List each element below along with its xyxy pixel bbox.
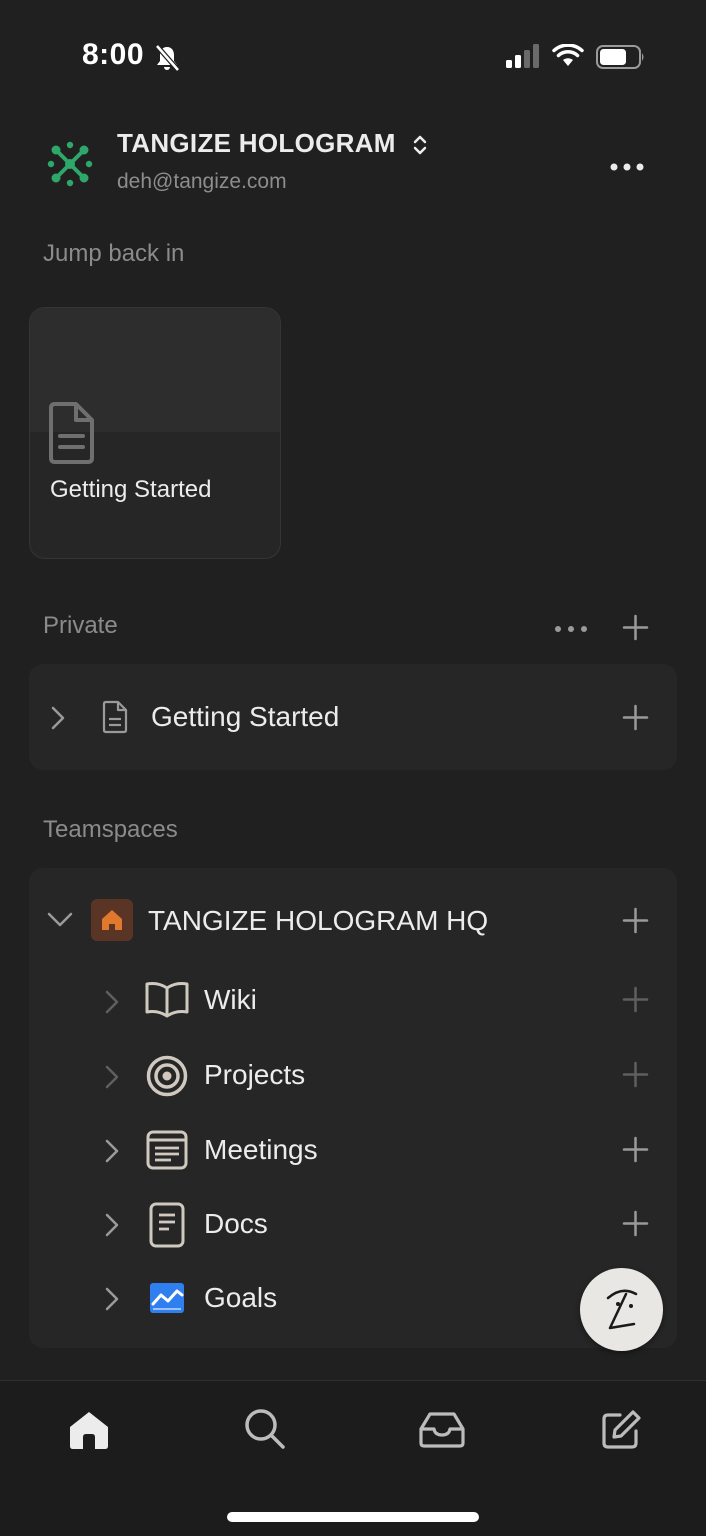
chart-icon: [150, 1283, 184, 1318]
page-icon: [101, 700, 128, 739]
home-icon: [70, 1412, 108, 1449]
private-panel: Getting Started: [29, 664, 677, 770]
add-subpage-icon[interactable]: [622, 1210, 649, 1242]
jump-back-in-heading: Jump back in: [43, 240, 185, 267]
home-icon: [91, 899, 133, 941]
teamspaces-panel: TANGIZE HOLOGRAM HQ Wiki Projects Meetin…: [29, 868, 677, 1348]
target-icon: [146, 1055, 188, 1102]
cellular-signal-icon: [506, 44, 542, 73]
workspace-name[interactable]: TANGIZE HOLOGRAM: [117, 128, 396, 159]
doc-icon: [149, 1202, 185, 1253]
private-heading: Private: [43, 612, 118, 639]
add-page-icon[interactable]: [622, 907, 649, 939]
battery-icon: [596, 45, 646, 74]
add-subpage-icon[interactable]: [622, 1136, 649, 1168]
ai-assistant-button[interactable]: [580, 1268, 663, 1351]
chevron-right-icon[interactable]: [104, 1065, 120, 1094]
sidebar-item-label: Getting Started: [151, 701, 340, 732]
tab-new-page[interactable]: [600, 1409, 642, 1456]
notes-icon: [146, 1130, 188, 1175]
teamspaces-heading: Teamspaces: [43, 816, 178, 843]
sidebar-item-docs[interactable]: Docs: [29, 1188, 677, 1262]
search-icon: [245, 1409, 285, 1449]
more-options-icon[interactable]: [609, 160, 645, 178]
sidebar-item-getting-started[interactable]: Getting Started: [29, 664, 677, 770]
status-time: 8:00: [82, 38, 145, 71]
inbox-icon: [419, 1412, 465, 1448]
wifi-icon: [552, 43, 584, 73]
sidebar-item-label: Docs: [204, 1208, 268, 1239]
chevron-right-icon[interactable]: [104, 1213, 120, 1242]
tab-home[interactable]: [66, 1409, 112, 1456]
sidebar-item-label: Wiki: [204, 984, 257, 1015]
chevron-right-icon[interactable]: [104, 1139, 120, 1168]
book-icon: [144, 980, 190, 1025]
workspace-email: deh@tangize.com: [117, 170, 287, 193]
add-subpage-icon[interactable]: [622, 1061, 649, 1093]
teamspace-item-hq[interactable]: TANGIZE HOLOGRAM HQ: [29, 878, 677, 962]
silent-bell-icon: [154, 44, 180, 77]
chevron-right-icon[interactable]: [104, 1287, 120, 1316]
ai-face-icon: [606, 1289, 638, 1330]
sidebar-item-label: Goals: [204, 1282, 278, 1313]
app-screen: 8:00 TANGIZE HOLOGRAM deh@tangize.com Ju…: [0, 0, 706, 1536]
add-subpage-icon[interactable]: [622, 704, 649, 736]
sidebar-item-goals[interactable]: Goals: [29, 1262, 677, 1336]
tab-search[interactable]: [243, 1407, 287, 1456]
add-subpage-icon[interactable]: [622, 986, 649, 1018]
sidebar-item-meetings[interactable]: Meetings: [29, 1114, 677, 1188]
chevron-right-icon[interactable]: [104, 990, 120, 1019]
workspace-switcher-icon[interactable]: [411, 134, 429, 161]
chevron-down-icon[interactable]: [47, 911, 73, 932]
status-bar: 8:00: [0, 0, 706, 110]
recent-page-card[interactable]: Getting Started: [29, 307, 281, 559]
chevron-right-icon[interactable]: [50, 706, 66, 735]
teamspace-label: TANGIZE HOLOGRAM HQ: [148, 905, 489, 936]
private-more-icon[interactable]: [554, 621, 588, 639]
private-add-icon[interactable]: [622, 614, 649, 646]
compose-icon: [602, 1410, 641, 1449]
sidebar-item-label: Meetings: [204, 1134, 318, 1165]
home-indicator[interactable]: [227, 1512, 479, 1522]
page-icon: [46, 402, 96, 469]
sidebar-item-label: Projects: [204, 1059, 306, 1090]
card-title: Getting Started: [50, 476, 212, 503]
sidebar-item-projects[interactable]: Projects: [29, 1039, 677, 1113]
sidebar-item-wiki[interactable]: Wiki: [29, 964, 677, 1038]
tab-inbox[interactable]: [418, 1411, 466, 1454]
workspace-logo-icon[interactable]: [46, 140, 94, 193]
